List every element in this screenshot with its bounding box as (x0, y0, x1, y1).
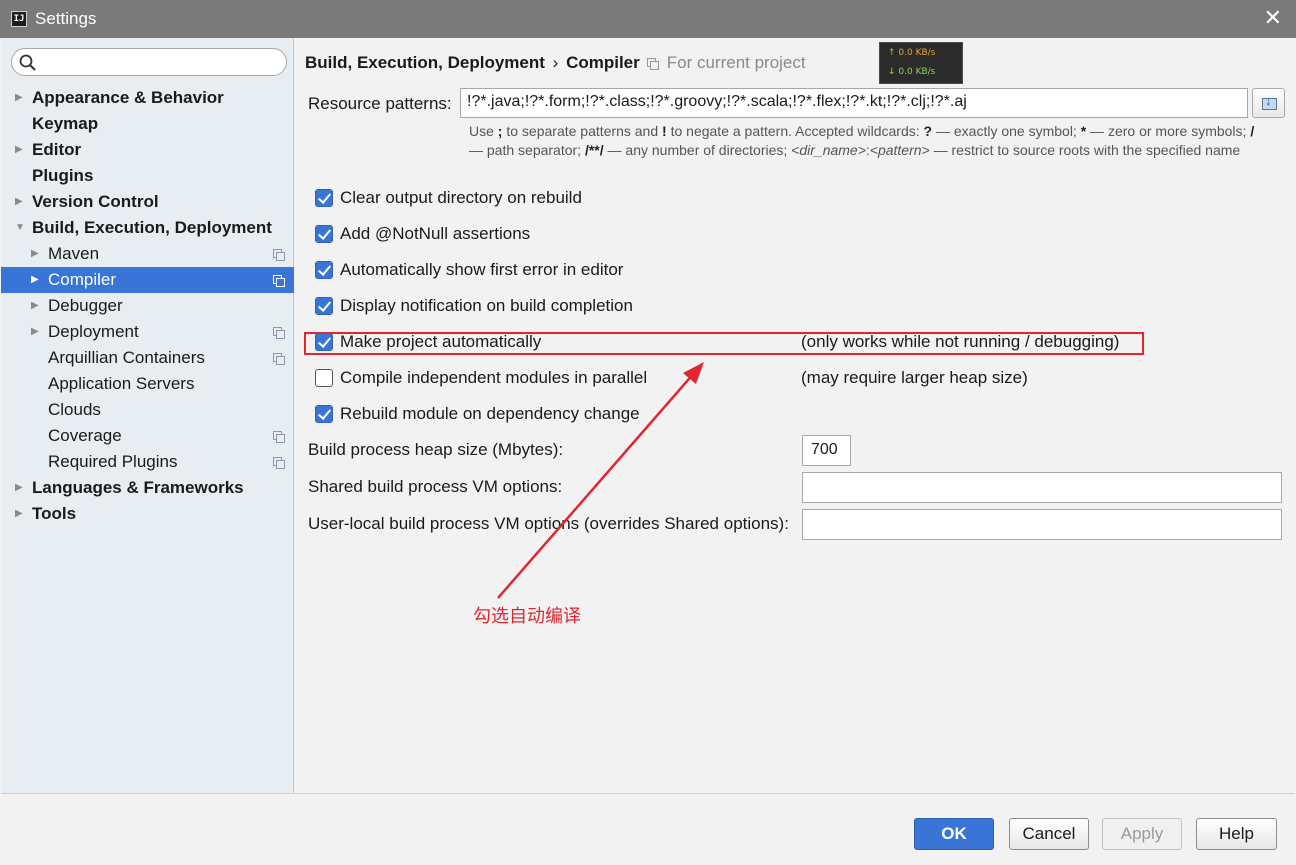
dialog-button-bar: OK Cancel Apply Help (1, 793, 1295, 864)
help-button[interactable]: Help (1196, 818, 1277, 850)
cancel-button[interactable]: Cancel (1009, 818, 1089, 850)
annotation-arrow (497, 362, 704, 599)
ok-button[interactable]: OK (914, 818, 994, 850)
apply-button[interactable]: Apply (1102, 818, 1182, 850)
